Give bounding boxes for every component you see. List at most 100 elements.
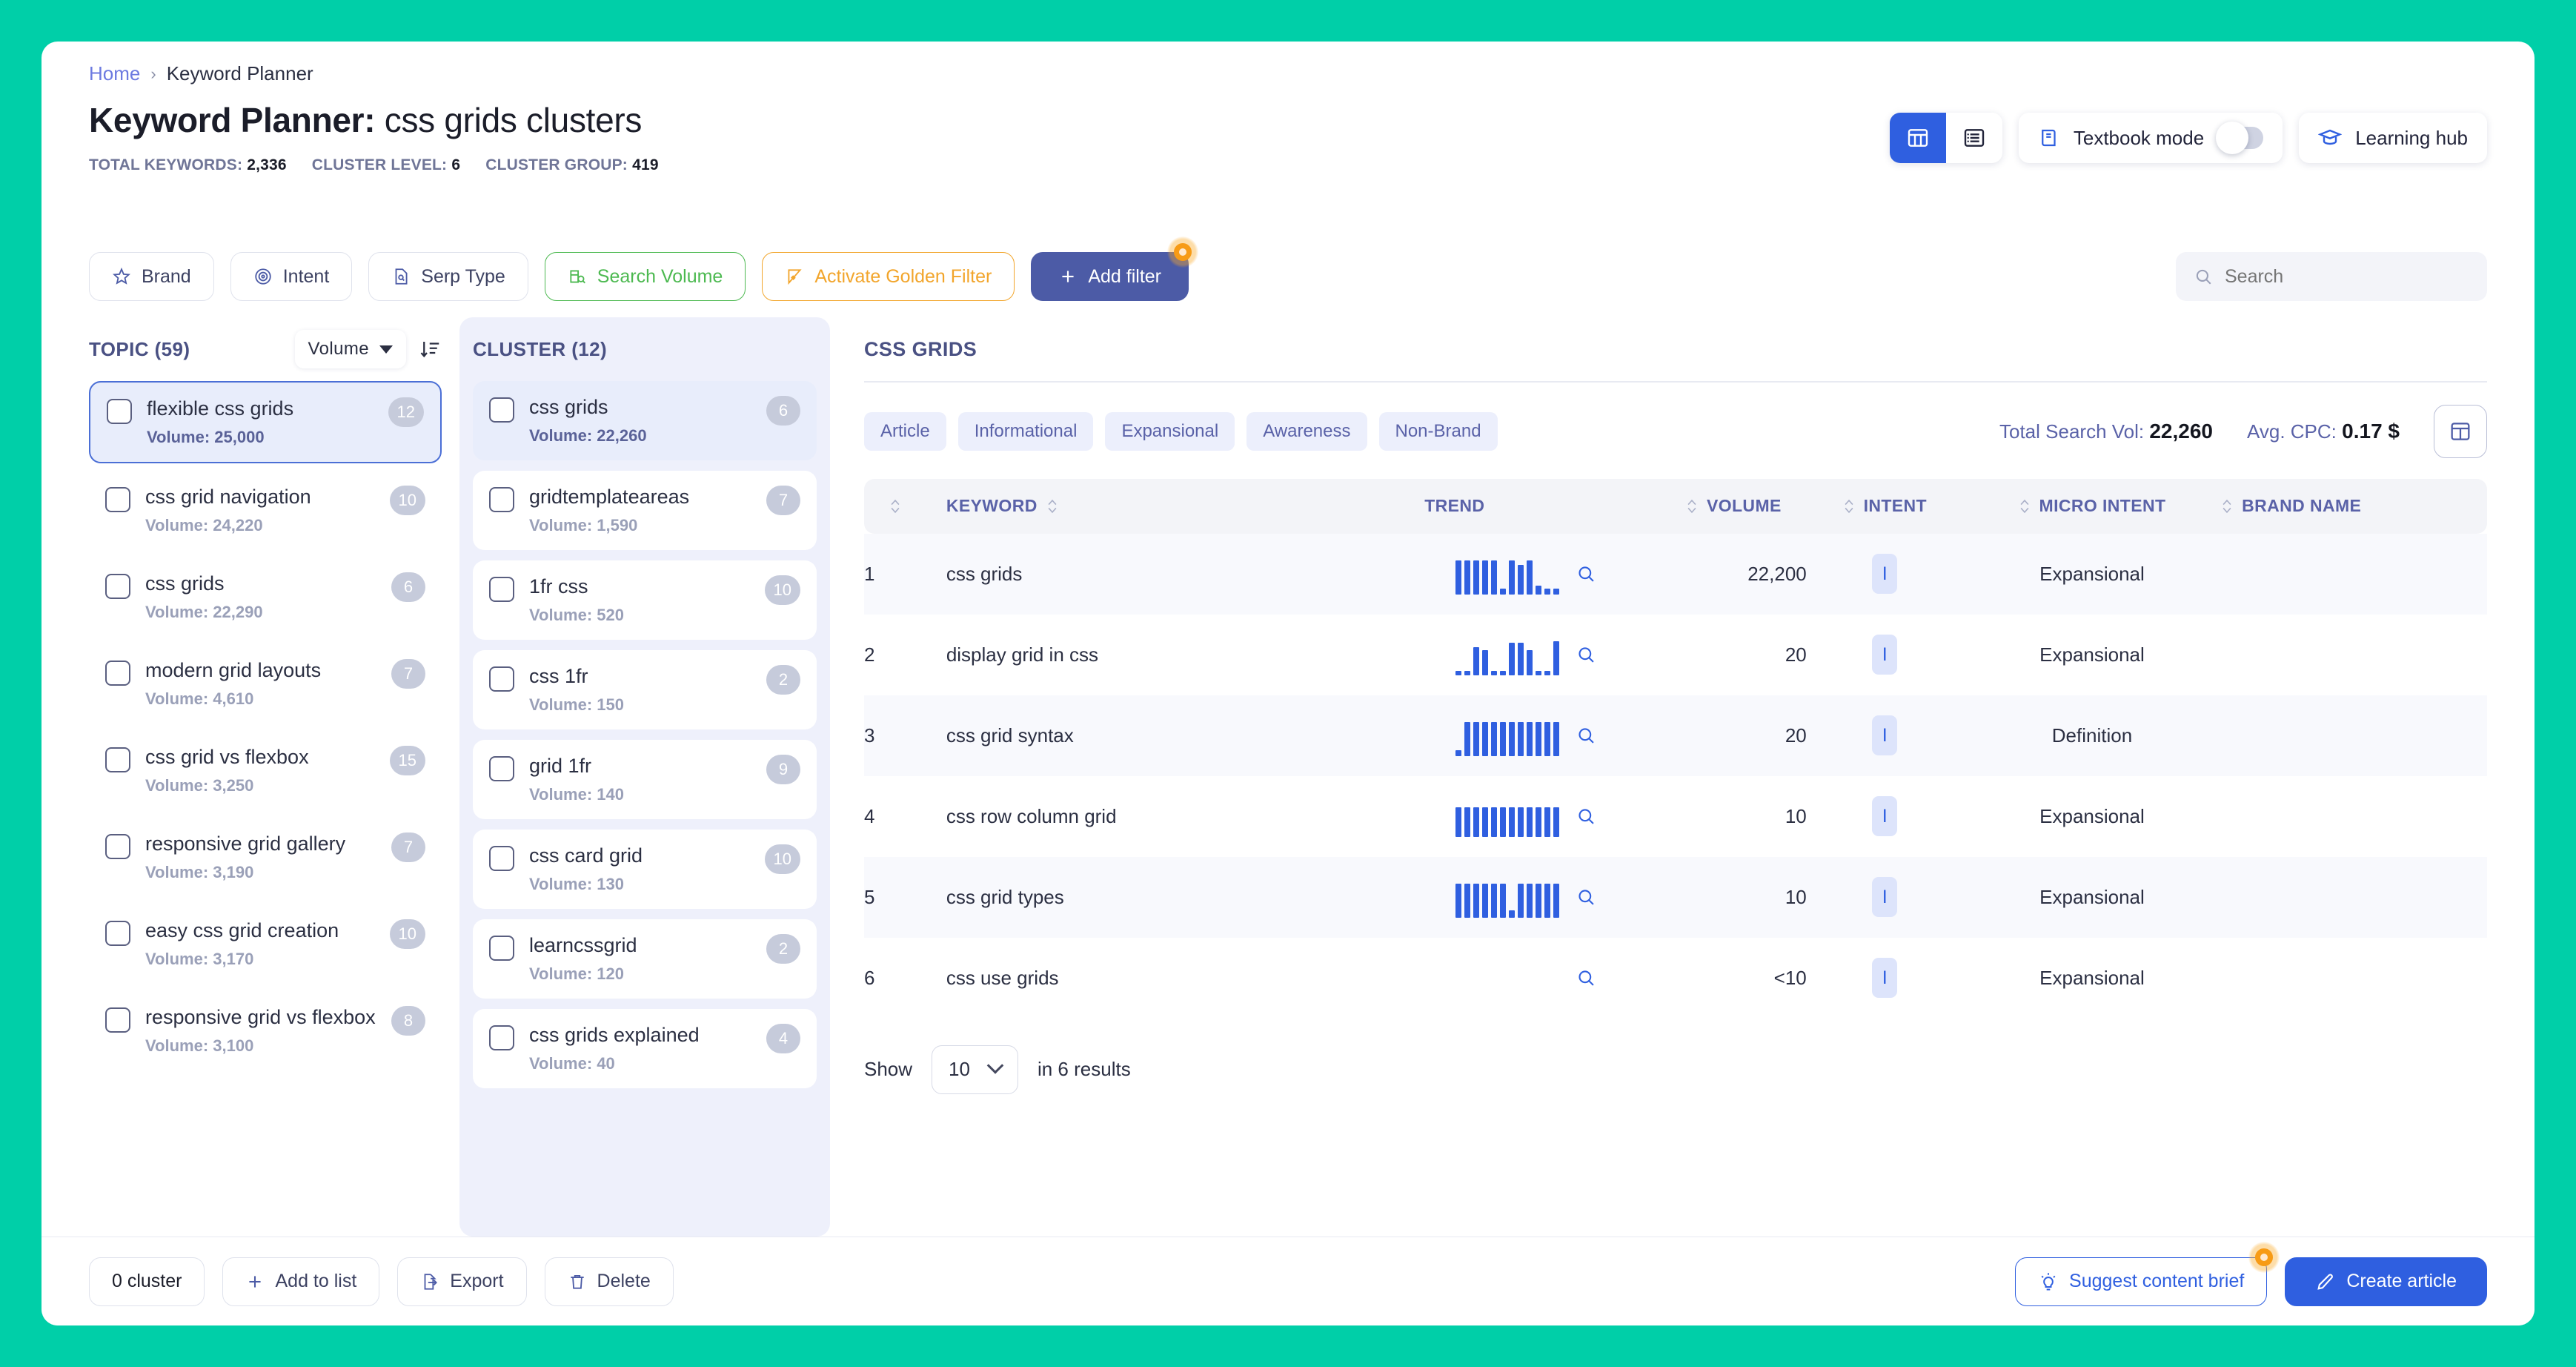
topic-item-volume: Volume: 22,290 [145, 603, 263, 622]
cell-trend [1298, 938, 1611, 1019]
filter-intent-button[interactable]: Intent [230, 252, 353, 301]
cluster-list-item[interactable]: 1fr css Volume: 520 10 [473, 560, 817, 641]
cell-keyword[interactable]: css row column grid [946, 776, 1298, 857]
main-body: TOPIC (59) Volume flexible css grids Vol… [42, 317, 2534, 1237]
cell-keyword[interactable]: css use grids [946, 938, 1298, 1019]
cluster-list-item[interactable]: grid 1fr Volume: 140 9 [473, 740, 817, 820]
cell-intent: I [1807, 776, 1963, 857]
keyword-search-icon[interactable] [1576, 644, 1596, 665]
activate-golden-filter-button[interactable]: Activate Golden Filter [762, 252, 1015, 301]
keyword-search-icon[interactable] [1576, 967, 1596, 988]
add-filter-button[interactable]: Add filter [1031, 236, 1199, 301]
cluster-item-count: 4 [766, 1024, 800, 1054]
keyword-search-icon[interactable] [1576, 806, 1596, 827]
topic-item-checkbox[interactable] [105, 661, 130, 686]
learning-hub-button[interactable]: Learning hub [2299, 113, 2487, 163]
delete-button[interactable]: Delete [544, 1257, 674, 1306]
cluster-item-checkbox[interactable] [489, 936, 514, 961]
cluster-list-item[interactable]: css grids explained Volume: 40 4 [473, 1009, 817, 1089]
cluster-list-item[interactable]: css card grid Volume: 130 10 [473, 830, 817, 910]
cluster-item-checkbox[interactable] [489, 666, 514, 692]
trend-sparkline [1455, 553, 1559, 595]
search-input[interactable] [2225, 265, 2469, 288]
table-row[interactable]: 2 display grid in css 20 I Expansional [864, 615, 2487, 695]
topic-item-checkbox[interactable] [107, 399, 132, 424]
cluster-list-item[interactable]: css grids Volume: 22,260 6 [473, 381, 817, 461]
topic-item-checkbox[interactable] [105, 747, 130, 773]
topic-item-checkbox[interactable] [105, 834, 130, 860]
add-to-list-button[interactable]: Add to list [222, 1257, 380, 1306]
cell-micro-intent: Expansional [2039, 643, 2145, 666]
topic-sort-direction-button[interactable] [419, 338, 442, 360]
topic-item-count: 7 [391, 659, 425, 689]
cell-keyword[interactable]: display grid in css [946, 615, 1298, 695]
table-row[interactable]: 5 css grid types 10 I Expansional [864, 856, 2487, 938]
cluster-list-item[interactable]: gridtemplateareas Volume: 1,590 7 [473, 471, 817, 551]
th-intent[interactable]: INTENT [1806, 478, 1963, 534]
cell-brand-name [2221, 533, 2487, 615]
suggest-content-brief-button[interactable]: Suggest content brief [2015, 1241, 2280, 1306]
search-field-wrapper[interactable] [2176, 252, 2487, 301]
keyword-search-icon[interactable] [1576, 725, 1596, 746]
column-settings-button[interactable] [2434, 404, 2487, 458]
topic-sort-select[interactable]: Volume [294, 330, 406, 368]
tag-non-brand[interactable]: Non-Brand [1378, 411, 1498, 451]
topic-item-checkbox[interactable] [105, 574, 130, 600]
topic-list-item[interactable]: flexible css grids Volume: 25,000 12 [89, 381, 442, 464]
topic-list-item[interactable]: responsive grid vs flexbox Volume: 3,100… [89, 991, 442, 1070]
create-article-button[interactable]: Create article [2285, 1257, 2487, 1306]
cell-volume: 22,200 [1610, 533, 1807, 615]
tag-expansional[interactable]: Expansional [1105, 411, 1235, 451]
table-row[interactable]: 1 css grids 22,200 I Expansional [864, 533, 2487, 615]
export-button[interactable]: Export [397, 1257, 527, 1306]
view-mode-table-button[interactable] [1889, 113, 1946, 163]
cluster-item-checkbox[interactable] [489, 1025, 514, 1051]
cell-keyword[interactable]: css grid syntax [946, 695, 1298, 776]
cluster-item-checkbox[interactable] [489, 577, 514, 603]
th-brand-name[interactable]: BRAND NAME [2221, 478, 2487, 534]
list-view-icon [1962, 126, 1986, 150]
filter-brand-button[interactable]: Brand [89, 252, 214, 301]
trash-icon [568, 1272, 587, 1291]
cell-keyword[interactable]: css grids [946, 533, 1298, 615]
topic-list-item[interactable]: modern grid layouts Volume: 4,610 7 [89, 644, 442, 724]
filter-serp-type-button[interactable]: Serp Type [368, 252, 528, 301]
view-mode-list-button[interactable] [1946, 113, 2002, 163]
keyword-search-icon[interactable] [1576, 563, 1596, 584]
topic-list-item[interactable]: css grids Volume: 22,290 6 [89, 557, 442, 637]
cluster-item-checkbox[interactable] [489, 397, 514, 423]
table-row[interactable]: 3 css grid syntax 20 I Definition [864, 695, 2487, 776]
cluster-list-item[interactable]: css 1fr Volume: 150 2 [473, 650, 817, 730]
cluster-list[interactable]: css grids Volume: 22,260 6 gridtemplatea… [473, 381, 817, 1237]
tag-awareness[interactable]: Awareness [1246, 411, 1367, 451]
cluster-item-checkbox[interactable] [489, 846, 514, 872]
topic-list[interactable]: flexible css grids Volume: 25,000 12 css… [89, 381, 442, 1237]
topic-list-item[interactable]: css grid navigation Volume: 24,220 10 [89, 471, 442, 550]
th-index[interactable] [864, 478, 946, 534]
cluster-item-checkbox[interactable] [489, 756, 514, 782]
cell-keyword[interactable]: css grid types [946, 856, 1298, 938]
th-volume[interactable]: VOLUME [1610, 478, 1807, 534]
topic-list-item[interactable]: responsive grid gallery Volume: 3,190 7 [89, 818, 442, 897]
topic-item-checkbox[interactable] [105, 487, 130, 513]
th-volume-label: VOLUME [1706, 496, 1782, 515]
breadcrumb-home-link[interactable]: Home [89, 62, 140, 85]
textbook-mode-control[interactable]: Textbook mode [2018, 113, 2283, 163]
filter-search-volume-button[interactable]: Search Volume [544, 252, 746, 301]
th-micro-intent[interactable]: MICRO INTENT [1962, 478, 2222, 534]
topic-item-checkbox[interactable] [105, 1007, 130, 1033]
table-row[interactable]: 6 css use grids <10 I Expansional [864, 938, 2487, 1019]
tag-informational[interactable]: Informational [957, 411, 1094, 451]
page-size-select[interactable]: 10 [932, 1045, 1018, 1094]
tag-article[interactable]: Article [864, 411, 946, 451]
topic-item-checkbox[interactable] [105, 921, 130, 947]
keyword-search-icon[interactable] [1576, 887, 1596, 907]
cluster-list-item[interactable]: learncssgrid Volume: 120 2 [473, 919, 817, 999]
th-keyword[interactable]: KEYWORD [946, 478, 1298, 534]
cluster-item-checkbox[interactable] [489, 487, 514, 513]
textbook-mode-toggle[interactable] [2216, 122, 2264, 154]
topic-list-item[interactable]: easy css grid creation Volume: 3,170 10 [89, 904, 442, 984]
sort-arrows-icon [889, 498, 901, 514]
topic-list-item[interactable]: css grid vs flexbox Volume: 3,250 15 [89, 731, 442, 810]
table-row[interactable]: 4 css row column grid 10 I Expansional [864, 776, 2487, 857]
